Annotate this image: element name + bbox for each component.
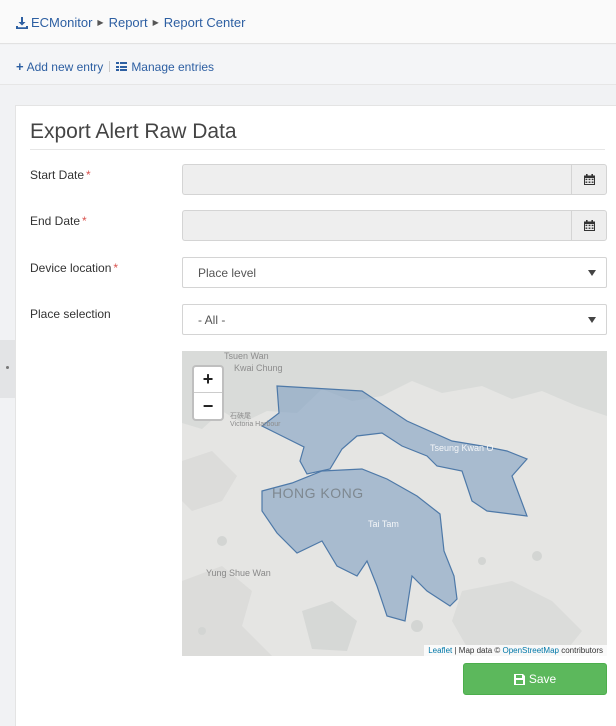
plus-icon: +	[16, 59, 24, 74]
actions-bar: + Add new entry Manage entries	[0, 45, 616, 85]
osm-link[interactable]: OpenStreetMap	[502, 646, 558, 655]
device-location-label-text: Device location	[30, 261, 112, 275]
download-icon	[16, 16, 28, 29]
place-selection-label: Place selection	[30, 307, 111, 321]
end-date-label-text: End Date	[30, 214, 81, 228]
attribution-suffix: contributors	[558, 646, 603, 655]
end-date-input[interactable]	[182, 210, 571, 241]
export-panel: Export Alert Raw Data Start Date * End Da…	[15, 105, 616, 726]
actions: + Add new entry Manage entries	[16, 59, 214, 74]
add-entry-label: Add new entry	[26, 59, 104, 74]
breadcrumb-report-center[interactable]: Report Center	[164, 15, 246, 30]
end-date-group	[182, 210, 607, 241]
map-label-victoria: Victoria Harbour	[230, 421, 281, 428]
list-icon	[116, 62, 128, 71]
map-label-kwai-chung: Kwai Chung	[234, 363, 283, 373]
place-map[interactable]: Tsuen Wan Kwai Chung 石硤尾 Victoria Harbou…	[182, 351, 607, 656]
required-mark: *	[82, 214, 87, 228]
map-tiles	[182, 351, 607, 656]
end-date-label: End Date *	[30, 214, 87, 228]
zoom-in-button[interactable]: +	[194, 367, 222, 393]
zoom-out-button[interactable]: −	[194, 393, 222, 419]
map-label-tai-tam: Tai Tam	[368, 519, 399, 529]
title-divider	[30, 149, 605, 150]
map-label-shek-kip: 石硤尾	[230, 413, 251, 420]
leaflet-link[interactable]: Leaflet	[428, 646, 452, 655]
breadcrumb: ECMonitor ▶ Report ▶ Report Center	[16, 15, 245, 30]
sidebar-toggle[interactable]	[0, 340, 15, 398]
device-location-value: Place level	[198, 265, 257, 280]
manage-entries-label: Manage entries	[131, 59, 215, 74]
device-location-label: Device location *	[30, 261, 118, 275]
start-date-label: Start Date *	[30, 168, 91, 182]
add-entry-link[interactable]: + Add new entry	[16, 59, 103, 74]
divider	[109, 61, 111, 72]
handle-icon	[6, 366, 9, 369]
floppy-disk-icon	[513, 673, 525, 685]
start-date-calendar-button[interactable]	[571, 164, 607, 195]
place-selection-select[interactable]: - All -	[182, 304, 607, 335]
breadcrumb-separator-icon: ▶	[97, 18, 104, 27]
caret-down-icon	[588, 269, 596, 276]
save-label: Save	[528, 672, 557, 686]
device-location-select[interactable]: Place level	[182, 257, 607, 288]
save-button[interactable]: Save	[463, 663, 607, 695]
start-date-group	[182, 164, 607, 195]
required-mark: *	[86, 168, 91, 182]
required-mark: *	[113, 261, 119, 275]
calendar-icon	[583, 220, 595, 231]
breadcrumb-ecmonitor[interactable]: ECMonitor	[31, 15, 92, 30]
map-attribution: Leaflet | Map data © OpenStreetMap contr…	[424, 645, 607, 656]
breadcrumb-report[interactable]: Report	[109, 15, 148, 30]
calendar-icon	[583, 174, 595, 185]
manage-entries-link[interactable]: Manage entries	[116, 60, 214, 74]
caret-down-icon	[588, 316, 596, 323]
map-label-tseung-kwan-o: Tseung Kwan O	[430, 443, 494, 453]
start-date-label-text: Start Date	[30, 168, 85, 182]
map-zoom-control: + −	[192, 365, 224, 421]
breadcrumb-separator-icon: ▶	[152, 18, 159, 27]
map-label-hong-kong: HONG KONG	[272, 485, 364, 501]
start-date-input[interactable]	[182, 164, 571, 195]
end-date-calendar-button[interactable]	[571, 210, 607, 241]
page-title: Export Alert Raw Data	[30, 120, 237, 143]
map-label-tsuen-wan: Tsuen Wan	[224, 351, 269, 361]
place-selection-value: - All -	[198, 312, 226, 327]
breadcrumb-bar: ECMonitor ▶ Report ▶ Report Center	[0, 0, 616, 44]
map-label-yung-shue-wan: Yung Shue Wan	[206, 568, 271, 578]
place-selection-label-text: Place selection	[30, 307, 111, 321]
attribution-sep: | Map data ©	[452, 646, 503, 655]
